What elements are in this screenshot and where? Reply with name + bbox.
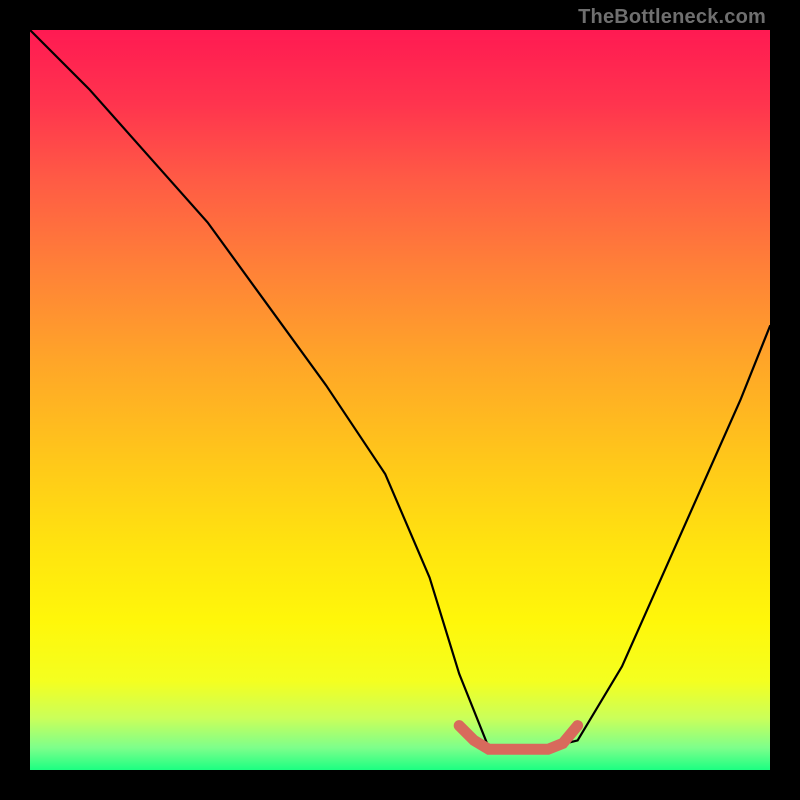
optimal-zone-curve bbox=[459, 726, 577, 750]
watermark-text: TheBottleneck.com bbox=[578, 6, 766, 29]
plot-area bbox=[30, 30, 770, 770]
chart-container: TheBottleneck.com bbox=[0, 0, 800, 800]
chart-svg bbox=[30, 30, 770, 770]
bottleneck-curve bbox=[30, 30, 770, 748]
